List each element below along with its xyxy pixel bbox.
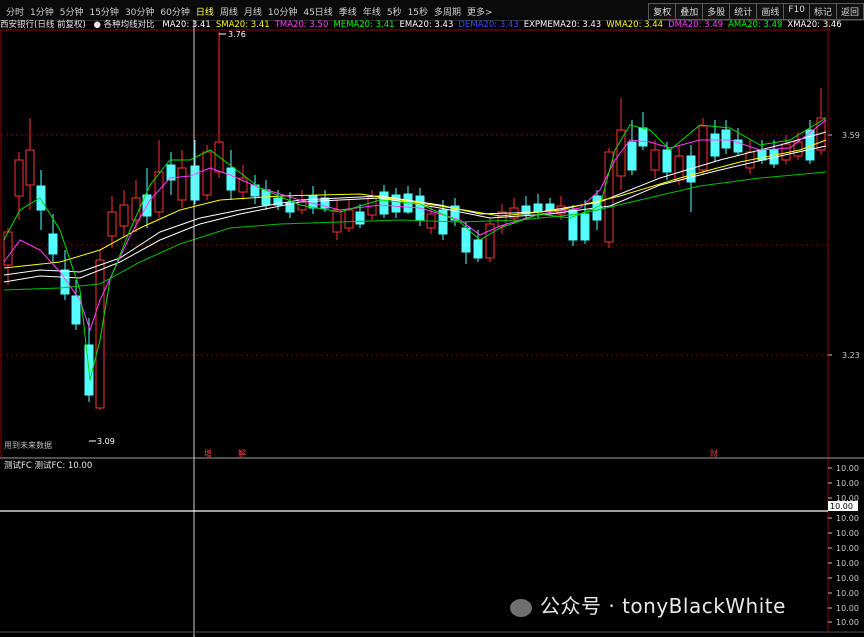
candle-body [627, 141, 637, 171]
sub-tick-label: 10.00 [836, 479, 859, 488]
candle-body [710, 133, 720, 157]
candle-body [36, 185, 46, 211]
sub-tick-label: 10.00 [836, 559, 859, 568]
candle-body [71, 295, 81, 325]
current-value-label: 10.00 [830, 502, 853, 511]
wechat-icon [510, 598, 532, 617]
candle-body [698, 125, 708, 171]
low-price-label: 3.09 [97, 437, 115, 446]
candle-body [202, 151, 212, 196]
sub-tick-label: 10.00 [836, 514, 859, 523]
candle-body [721, 129, 731, 149]
price-tick-label: 3.59 [842, 131, 860, 140]
candle-body [662, 149, 672, 173]
candle-body [473, 239, 483, 259]
sub-indicator-label: 测试FC 测试FC: 10.00 [4, 461, 93, 471]
sub-indicator-title: 测试FC 测试FC: 10.00 [4, 459, 92, 471]
sub-tick-label: 10.00 [836, 574, 859, 583]
ma-line-green-1 [3, 171, 827, 291]
candle-body [190, 165, 200, 201]
future-data-note: 用到未来数据 [4, 441, 52, 450]
main-chart-frame [0, 29, 829, 459]
candle-body [355, 211, 365, 225]
sub-tick-label: 10.00 [836, 589, 859, 598]
event-marker: 增 [204, 448, 212, 458]
candle-body [545, 203, 555, 211]
candle-body [616, 129, 626, 177]
candle-body [332, 209, 342, 233]
sub-tick-label: 10.00 [836, 529, 859, 538]
candle-body [119, 204, 129, 227]
candle-body [14, 159, 24, 197]
watermark: 公众号 · tonyBlackWhite [510, 590, 786, 619]
candle-body [48, 233, 58, 255]
candle-body [177, 167, 187, 201]
price-tick-label: 3.23 [842, 351, 860, 360]
event-marker: 解 [238, 448, 246, 458]
sub-tick-label: 10.00 [836, 544, 859, 553]
sub-tick-label: 10.00 [836, 464, 859, 473]
candle-body [461, 227, 471, 253]
candle-body [379, 191, 389, 215]
candle-body [580, 213, 590, 241]
candle-body [674, 155, 684, 181]
high-price-label: 3.76 [228, 30, 246, 39]
candle-body [308, 195, 318, 209]
candle-body [107, 211, 117, 237]
sub-tick-label: 10.00 [836, 618, 859, 627]
candle-body [25, 149, 35, 186]
candle-body [638, 127, 648, 147]
sub-tick-label: 10.00 [836, 604, 859, 613]
event-marker: 财 [710, 448, 718, 458]
candle-body [344, 209, 354, 229]
candle-body [650, 149, 660, 171]
candle-body [497, 211, 507, 227]
kline-chart[interactable]: 3.59 3.23 3.76 3.09 增 解 财 10.00 10.00 10.00 10.00 1… [0, 0, 864, 637]
candle-body [226, 167, 236, 191]
watermark-text: 公众号 · tonyBlackWhite [540, 594, 786, 618]
candle-body [533, 203, 543, 213]
candle-body [60, 269, 70, 295]
